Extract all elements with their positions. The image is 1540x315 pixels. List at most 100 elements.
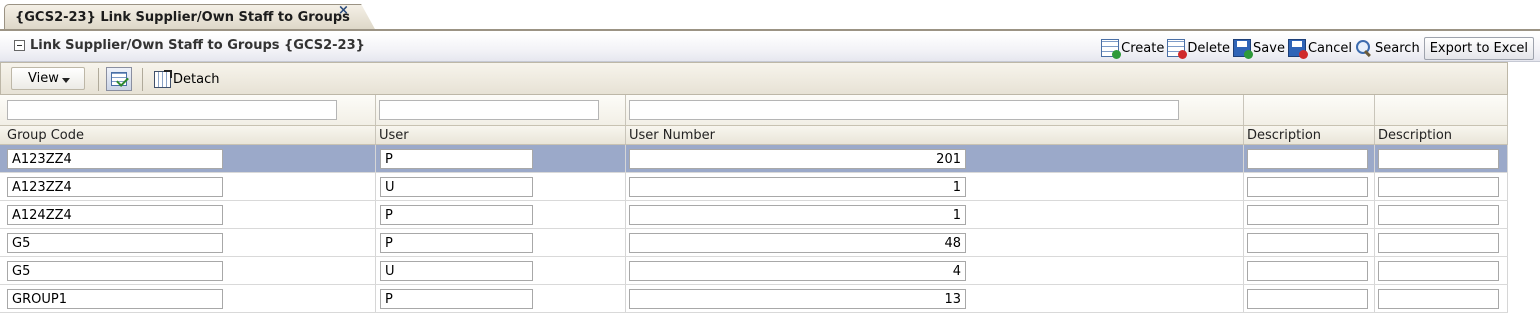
- description-field[interactable]: [1378, 177, 1499, 197]
- plus-badge-icon: [1112, 50, 1122, 59]
- table-cell: [626, 285, 1244, 312]
- panel-title: Link Supplier/Own Staff to Groups {GCS2-…: [30, 38, 365, 53]
- detach-icon: [154, 70, 172, 88]
- collapse-icon[interactable]: [14, 40, 25, 51]
- user-field[interactable]: [380, 261, 533, 281]
- table-cell: [1375, 257, 1508, 284]
- description-field[interactable]: [1378, 205, 1499, 225]
- user-number-field[interactable]: [629, 205, 966, 225]
- table-cell: [376, 145, 626, 172]
- description-field[interactable]: [1378, 233, 1499, 253]
- filter-cell: [1375, 95, 1508, 125]
- user-number-field[interactable]: [629, 149, 966, 169]
- cancel-label: Cancel: [1307, 40, 1353, 56]
- filter-cell: [0, 95, 376, 125]
- user-number-field[interactable]: [629, 177, 966, 197]
- delete-button[interactable]: Delete: [1167, 39, 1230, 59]
- table-cell: [376, 229, 626, 256]
- view-menu[interactable]: View: [11, 67, 85, 90]
- user-number-field[interactable]: [629, 261, 966, 281]
- detach-label: Detach: [173, 72, 220, 87]
- filter-cell: [1244, 95, 1375, 125]
- table-row[interactable]: [0, 229, 1508, 257]
- table-cell: [626, 257, 1244, 284]
- description-field[interactable]: [1378, 149, 1499, 169]
- table-cell: [0, 257, 376, 284]
- search-button[interactable]: Search: [1355, 39, 1420, 57]
- panel-header: Link Supplier/Own Staff to Groups {GCS2-…: [0, 33, 1540, 62]
- table-toolbar: View Detach: [0, 62, 1508, 95]
- column-header-group-code[interactable]: Group Code: [0, 126, 376, 144]
- column-header-label: User Number: [629, 128, 715, 143]
- table-cell: [1375, 145, 1508, 172]
- user-field[interactable]: [380, 177, 533, 197]
- user-filter-input[interactable]: [379, 100, 599, 120]
- table-add-icon: [1101, 39, 1122, 59]
- cancel-button[interactable]: Cancel: [1287, 39, 1353, 59]
- group-code-field[interactable]: [7, 205, 223, 225]
- filter-row: [0, 95, 1508, 125]
- user-number-filter-input[interactable]: [629, 100, 1179, 120]
- export-to-excel-button[interactable]: Export to Excel: [1423, 36, 1534, 60]
- user-field[interactable]: [380, 149, 533, 169]
- toolbar-separator: [98, 68, 99, 91]
- table-delete-icon: [1167, 39, 1188, 59]
- tab-strip: {GCS2-23} Link Supplier/Own Staff to Gro…: [0, 0, 1540, 32]
- table-cell: [626, 201, 1244, 228]
- description-field[interactable]: [1247, 289, 1368, 309]
- table-cell: [0, 285, 376, 312]
- filter-cell: [376, 95, 626, 125]
- table-cell: [626, 173, 1244, 200]
- column-header-user-number[interactable]: User Number: [626, 126, 1244, 144]
- create-button[interactable]: Create: [1101, 39, 1165, 59]
- create-label: Create: [1121, 40, 1165, 56]
- column-header-label: Description: [1247, 128, 1322, 143]
- close-icon[interactable]: ×: [338, 3, 349, 18]
- tab-title[interactable]: {GCS2-23} Link Supplier/Own Staff to Gro…: [15, 10, 350, 25]
- table-cell: [1244, 285, 1375, 312]
- table-cell: [376, 285, 626, 312]
- x-badge-icon: [1298, 50, 1308, 59]
- description-field[interactable]: [1247, 233, 1368, 253]
- column-header-user[interactable]: User: [376, 126, 626, 144]
- description-field[interactable]: [1378, 289, 1499, 309]
- table-row[interactable]: [0, 145, 1508, 173]
- tab-link-supplier[interactable]: {GCS2-23} Link Supplier/Own Staff to Gro…: [4, 4, 376, 31]
- table-row[interactable]: [0, 257, 1508, 285]
- table-cell: [376, 173, 626, 200]
- table-row[interactable]: [0, 173, 1508, 201]
- table-cell: [1244, 173, 1375, 200]
- description-field[interactable]: [1247, 261, 1368, 281]
- group-code-filter-input[interactable]: [7, 100, 337, 120]
- user-number-field[interactable]: [629, 289, 966, 309]
- table-cell: [0, 145, 376, 172]
- table-cell: [1244, 229, 1375, 256]
- user-field[interactable]: [380, 289, 533, 309]
- user-field[interactable]: [380, 205, 533, 225]
- table-row[interactable]: [0, 285, 1508, 313]
- column-header-description[interactable]: Description: [1375, 126, 1508, 144]
- group-code-field[interactable]: [7, 289, 223, 309]
- floppy-save-icon: [1233, 39, 1254, 59]
- save-button[interactable]: Save: [1233, 39, 1285, 59]
- tab-underline: [0, 29, 1540, 31]
- magnifier-icon: [1355, 39, 1373, 57]
- description-field[interactable]: [1247, 205, 1368, 225]
- freeze-columns-button[interactable]: [106, 67, 132, 91]
- detach-button[interactable]: Detach: [154, 70, 220, 88]
- table-row[interactable]: [0, 201, 1508, 229]
- column-header-label: User: [379, 128, 409, 143]
- description-field[interactable]: [1247, 149, 1368, 169]
- group-code-field[interactable]: [7, 177, 223, 197]
- column-header-description[interactable]: Description: [1244, 126, 1375, 144]
- group-code-field[interactable]: [7, 233, 223, 253]
- table-cell: [376, 201, 626, 228]
- description-field[interactable]: [1378, 261, 1499, 281]
- table-cell: [376, 257, 626, 284]
- group-code-field[interactable]: [7, 261, 223, 281]
- table-cell: [0, 229, 376, 256]
- user-number-field[interactable]: [629, 233, 966, 253]
- group-code-field[interactable]: [7, 149, 223, 169]
- user-field[interactable]: [380, 233, 533, 253]
- description-field[interactable]: [1247, 177, 1368, 197]
